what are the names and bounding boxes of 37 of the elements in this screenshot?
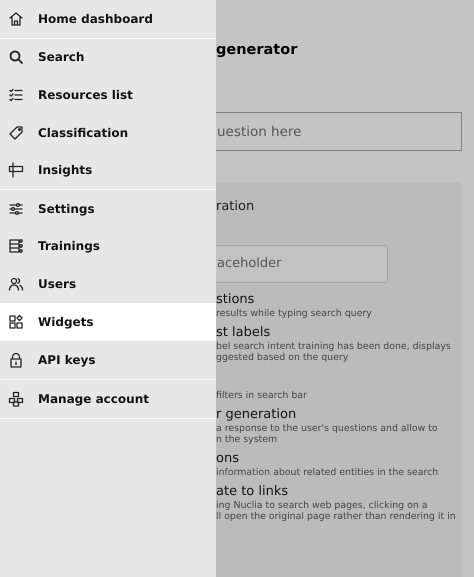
checklist-icon	[8, 86, 24, 103]
option-title: stions	[216, 292, 256, 308]
option-description: information about related entities in the search	[216, 466, 440, 478]
sidebar-item[interactable]: Search	[0, 38, 216, 76]
panel-heading: ration	[216, 198, 256, 216]
sidebar-item[interactable]: Classification	[0, 114, 216, 152]
option-title: ate to links	[216, 484, 290, 500]
option-title: r generation	[216, 406, 298, 422]
home-icon	[8, 10, 24, 27]
option-title: ons	[216, 450, 240, 466]
users-icon	[8, 276, 24, 292]
option-description: a response to the user's questions and allow to n the system	[216, 422, 439, 444]
sliders-icon	[8, 200, 24, 217]
page-title: generator	[216, 41, 298, 59]
signpost-icon	[8, 162, 24, 178]
sidebar-item[interactable]: Widgets	[0, 302, 216, 340]
sidebar-item[interactable]: Trainings	[0, 228, 216, 266]
search-icon	[8, 49, 24, 66]
sidebar-item[interactable]: Home dashboard	[0, 0, 216, 38]
option-description: results while typing search query	[216, 308, 373, 318]
tag-icon	[8, 124, 24, 141]
cubes-icon	[8, 390, 24, 407]
stack-icon	[8, 238, 24, 254]
option-description: bel search intent training has been done, displays ggested based on the query	[216, 340, 452, 362]
option-title: st labels	[216, 324, 272, 340]
sidebar-item[interactable]: API keys	[0, 341, 216, 379]
placeholder-field[interactable]: aceholder	[216, 244, 388, 282]
sidebar-item[interactable]: Users	[0, 265, 216, 303]
sidebar-item[interactable]: Manage account	[0, 380, 216, 418]
widgets-icon	[8, 314, 24, 330]
question-field[interactable]: uestion here	[216, 112, 462, 151]
sidebar-item[interactable]: Resources list	[0, 76, 216, 114]
sidebar-item[interactable]: Settings	[0, 190, 216, 228]
lock-icon	[8, 352, 24, 368]
option-description: ing Nuclia to search web pages, clicking on a ll open the original page rather than rendering it in	[216, 500, 457, 522]
option-description: filters in search bar	[216, 390, 308, 400]
sidebar-item[interactable]: Insights	[0, 151, 216, 189]
